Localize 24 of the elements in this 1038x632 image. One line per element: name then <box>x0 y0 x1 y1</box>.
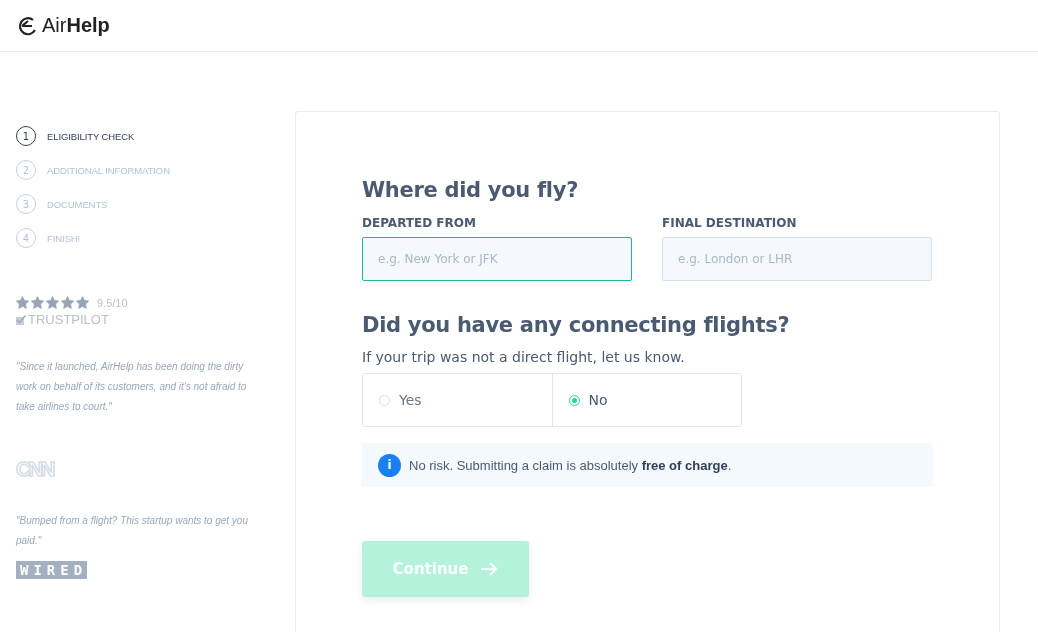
arrow-icon <box>480 562 499 576</box>
trustpilot-label: TRUSTPILOT <box>28 312 109 327</box>
star-icon <box>61 296 74 309</box>
checkbox-icon <box>16 314 26 325</box>
logo-text[interactable]: AirHelp <box>42 14 110 37</box>
step-label[interactable]: ELIGIBILITY CHECK <box>47 130 135 142</box>
star-icon <box>46 296 59 309</box>
star-icon <box>31 296 44 309</box>
press-quote: "Bumped from a flight? This startup wants to get you paid." <box>16 514 249 548</box>
logo-icon <box>16 14 38 37</box>
airport-field[interactable]: e.g. New York or JFK <box>362 237 632 281</box>
source-logo: WIRED <box>16 561 88 579</box>
star-icon <box>16 296 29 309</box>
field-label: DEPARTED FROM <box>362 216 477 230</box>
star-icon <box>76 296 89 309</box>
field-label: FINAL DESTINATION <box>662 216 798 230</box>
info-text: No risk. Submitting a claim is absolutely free of charge. <box>409 457 732 473</box>
info-icon: i <box>378 453 401 477</box>
rating-score: 9.5/10 <box>97 296 128 309</box>
radio-option[interactable]: No <box>551 374 741 426</box>
press-quote: "Since it launched, AirHelp has been doing the dirty work on behalf of its customers, and it's not afraid to take airlines to court." <box>16 360 248 414</box>
section-heading: Did you have any connecting flights? <box>362 313 791 337</box>
hint-text: If your trip was not a direct flight, let us know. <box>362 349 686 365</box>
section-heading: Where did you fly? <box>362 178 580 202</box>
